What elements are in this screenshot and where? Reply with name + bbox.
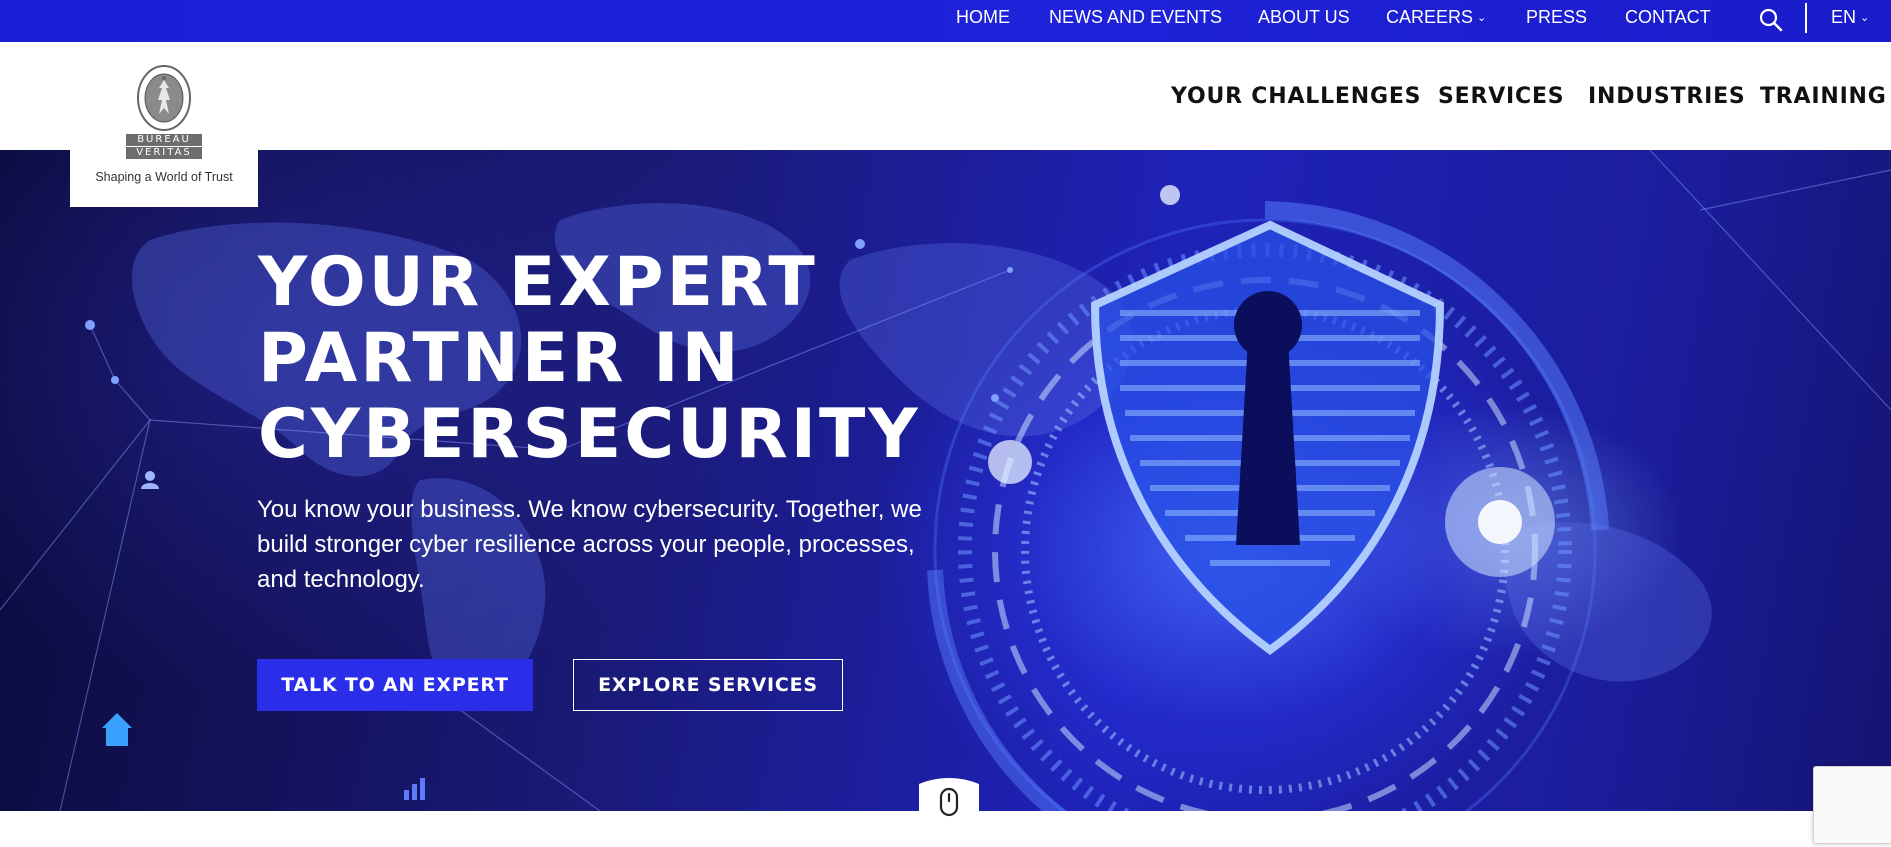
home-network-icon [102, 713, 132, 746]
logo-word-bureau: BUREAU [126, 134, 202, 146]
nav-careers-label: CAREERS [1386, 7, 1474, 27]
main-nav-services[interactable]: SERVICES [1438, 84, 1564, 109]
mouse-scroll-icon[interactable] [916, 776, 982, 844]
main-nav-industries[interactable]: INDUSTRIES [1588, 84, 1746, 109]
hero-title: YOUR EXPERT PARTNER IN CYBERSECURITY [258, 243, 921, 474]
user-network-icon [141, 471, 159, 489]
seal-emblem-icon [137, 65, 191, 131]
hero-subtitle: You know your business. We know cybersec… [257, 496, 922, 593]
search-icon[interactable] [1758, 7, 1784, 33]
logo-word-veritas: VERITAS [126, 147, 202, 159]
topbar-divider [1805, 3, 1807, 33]
main-nav-your-challenges[interactable]: YOUR CHALLENGES [1171, 84, 1421, 109]
nav-about-us-link[interactable]: ABOUT US [1258, 7, 1350, 28]
chevron-down-icon: ⌄ [1860, 12, 1870, 24]
nav-home-link[interactable]: HOME [956, 7, 1010, 28]
recaptcha-badge[interactable] [1813, 766, 1891, 844]
main-header: YOUR CHALLENGES SERVICES INDUSTRIES TRAI… [0, 42, 1891, 150]
talk-to-expert-button[interactable]: TALK TO AN EXPERT [257, 659, 533, 711]
nav-contact-link[interactable]: CONTACT [1625, 7, 1711, 28]
logo-tagline: Shaping a World of Trust [95, 170, 233, 184]
language-label: EN [1831, 7, 1857, 27]
top-utility-bar: HOME NEWS AND EVENTS ABOUT US CAREERS ⌄ P… [0, 0, 1891, 42]
hero-banner: YOUR EXPERT PARTNER IN CYBERSECURITY You… [0, 150, 1891, 811]
brand-logo[interactable]: BUREAU VERITAS Shaping a World of Trust [70, 42, 258, 207]
explore-services-button[interactable]: EXPLORE SERVICES [573, 659, 843, 711]
main-nav-training[interactable]: TRAINING [1760, 84, 1887, 109]
nav-news-events-link[interactable]: NEWS AND EVENTS [1049, 7, 1222, 28]
growth-chart-icon [404, 778, 425, 800]
language-selector[interactable]: EN ⌄ [1831, 7, 1869, 28]
chevron-down-icon: ⌄ [1477, 12, 1487, 24]
nav-press-link[interactable]: PRESS [1526, 7, 1587, 28]
nav-careers-dropdown[interactable]: CAREERS ⌄ [1386, 7, 1486, 28]
